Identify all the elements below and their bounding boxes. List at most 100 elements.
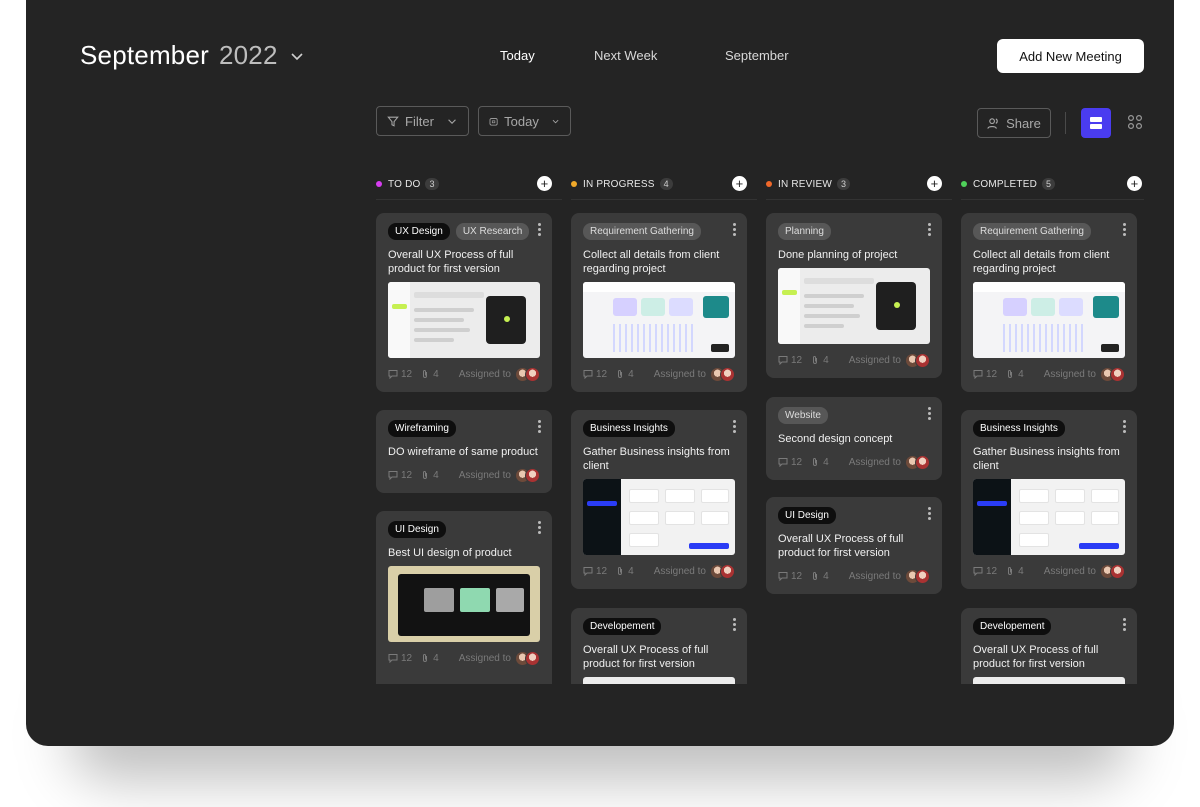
month-year-selector[interactable]: September 2022 <box>80 40 304 71</box>
assigned-label: Assigned to <box>653 565 706 577</box>
assignee-avatars[interactable] <box>710 563 735 579</box>
card-preview-image <box>973 677 1125 684</box>
assignee-avatars[interactable] <box>1100 366 1125 382</box>
avatar <box>525 467 540 483</box>
more-options-icon[interactable] <box>733 223 737 237</box>
date-label: Today <box>504 113 539 129</box>
column-count: 3 <box>425 178 439 190</box>
comment-icon <box>973 567 983 576</box>
assignee-avatars[interactable] <box>710 366 735 382</box>
more-options-icon[interactable] <box>928 507 932 521</box>
avatar <box>720 366 735 382</box>
comment-icon <box>388 654 398 663</box>
card-tag: UX Research <box>455 223 530 240</box>
year-label: 2022 <box>218 40 278 70</box>
add-card-button[interactable]: + <box>927 176 942 191</box>
board-view-icon <box>1090 117 1102 129</box>
task-card[interactable]: UX Design UX Research Overall UX Process… <box>376 213 552 392</box>
task-card[interactable]: Business Insights Gather Business insigh… <box>571 410 747 589</box>
avatar <box>525 366 540 382</box>
comment-count: 12 <box>986 368 998 380</box>
comment-icon <box>583 567 593 576</box>
task-card[interactable]: Wireframing DO wireframe of same product… <box>376 410 552 493</box>
comment-icon <box>973 370 983 379</box>
attachment-icon <box>1008 567 1013 575</box>
more-options-icon[interactable] <box>733 618 737 632</box>
assignee-avatars[interactable] <box>515 467 540 483</box>
more-options-icon[interactable] <box>928 223 932 237</box>
attachment-count: 4 <box>1018 368 1024 380</box>
assignee-avatars[interactable] <box>905 352 930 368</box>
task-card[interactable]: Business Insights Gather Business insigh… <box>961 410 1137 589</box>
column-count: 5 <box>1042 178 1056 190</box>
status-dot <box>571 181 577 187</box>
assignee-avatars[interactable] <box>1100 563 1125 579</box>
more-options-icon[interactable] <box>1123 618 1127 632</box>
column-title: IN REVIEW <box>778 178 833 190</box>
share-label: Share <box>1006 115 1041 131</box>
task-card[interactable]: UI Design Overall UX Process of full pro… <box>766 497 942 594</box>
card-tag: Business Insights <box>973 420 1065 437</box>
grid-view-icon[interactable] <box>1127 114 1143 130</box>
card-title: Overall UX Process of full product for f… <box>583 644 709 670</box>
filter-label: Filter <box>405 113 434 129</box>
task-card[interactable]: Developement Overall UX Process of full … <box>961 608 1137 684</box>
assignee-avatars[interactable] <box>905 454 930 470</box>
add-card-button[interactable]: + <box>732 176 747 191</box>
card-title: Done planning of project <box>778 249 898 261</box>
attachment-icon <box>618 567 623 575</box>
assigned-label: Assigned to <box>848 456 901 468</box>
calendar-icon <box>489 117 498 125</box>
date-dropdown[interactable]: Today <box>478 106 571 136</box>
assigned-label: Assigned to <box>458 469 511 481</box>
assigned-label: Assigned to <box>848 570 901 582</box>
task-card[interactable]: UI Design Best UI design of product 12 4… <box>376 511 552 684</box>
attachment-icon <box>813 572 818 580</box>
more-options-icon[interactable] <box>538 521 542 535</box>
more-options-icon[interactable] <box>928 407 932 421</box>
card-tag: UI Design <box>778 507 836 524</box>
card-title: Collect all details from client regardin… <box>583 249 720 275</box>
share-button[interactable]: Share <box>977 108 1051 138</box>
assignee-avatars[interactable] <box>515 650 540 666</box>
attachment-icon <box>618 370 623 378</box>
assignee-avatars[interactable] <box>905 568 930 584</box>
attachment-count: 4 <box>433 652 439 664</box>
nav-today[interactable]: Today <box>500 48 535 63</box>
more-options-icon[interactable] <box>1123 223 1127 237</box>
attachment-count: 4 <box>823 570 829 582</box>
board-view-toggle[interactable] <box>1081 108 1111 138</box>
more-options-icon[interactable] <box>733 420 737 434</box>
column-title: COMPLETED <box>973 178 1038 190</box>
more-options-icon[interactable] <box>538 223 542 237</box>
comment-count: 12 <box>401 652 413 664</box>
nav-next-week[interactable]: Next Week <box>594 48 657 63</box>
more-options-icon[interactable] <box>1123 420 1127 434</box>
task-card[interactable]: Planning Done planning of project 12 4 A… <box>766 213 942 378</box>
card-title: Collect all details from client regardin… <box>973 249 1110 275</box>
column-title: TO DO <box>388 178 421 190</box>
card-title: DO wireframe of same product <box>388 446 538 458</box>
add-card-button[interactable]: + <box>537 176 552 191</box>
task-card[interactable]: Website Second design concept 12 4 Assig… <box>766 397 942 480</box>
filter-dropdown[interactable]: Filter <box>376 106 469 136</box>
card-tag: UX Design <box>388 223 450 240</box>
add-new-meeting-button[interactable]: Add New Meeting <box>997 39 1144 73</box>
filter-icon <box>387 116 399 127</box>
task-card[interactable]: Requirement Gathering Collect all detail… <box>571 213 747 392</box>
card-preview-image <box>388 566 540 642</box>
comment-count: 12 <box>596 565 608 577</box>
attachment-count: 4 <box>1018 565 1024 577</box>
nav-month[interactable]: September <box>725 48 789 63</box>
task-card[interactable]: Developement Overall UX Process of full … <box>571 608 747 684</box>
assignee-avatars[interactable] <box>515 366 540 382</box>
card-title: Overall UX Process of full product for f… <box>973 644 1099 670</box>
attachment-icon <box>813 356 818 364</box>
comment-count: 12 <box>791 456 803 468</box>
add-card-button[interactable]: + <box>1127 176 1142 191</box>
attachment-icon <box>423 370 428 378</box>
avatar <box>1110 366 1125 382</box>
task-card[interactable]: Requirement Gathering Collect all detail… <box>961 213 1137 392</box>
more-options-icon[interactable] <box>538 420 542 434</box>
attachment-icon <box>1008 370 1013 378</box>
